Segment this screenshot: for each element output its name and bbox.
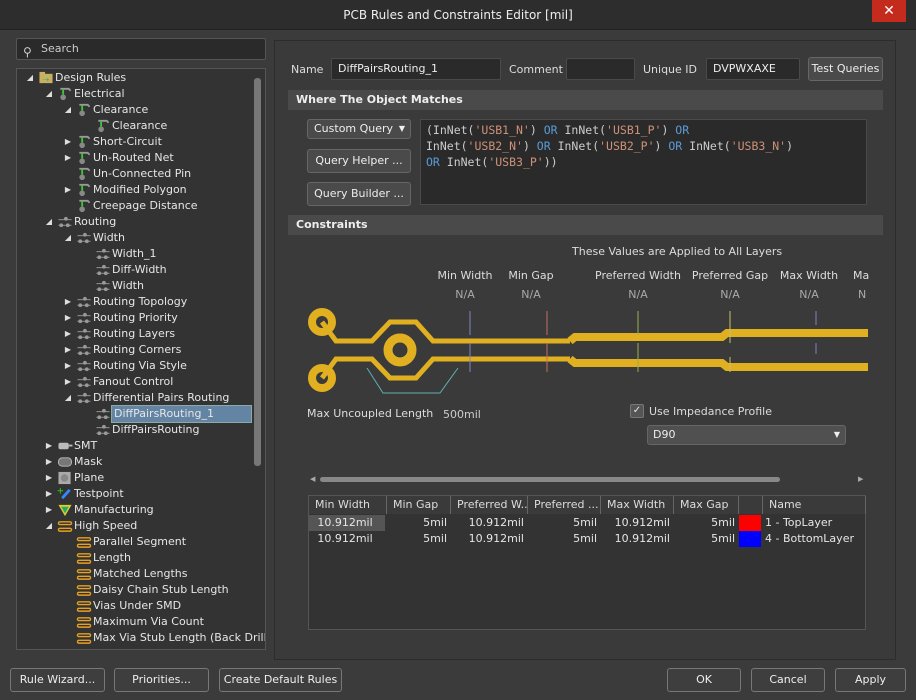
grid-cell[interactable]: 5mil [674,515,739,531]
grid-cell[interactable]: 10.912mil [451,531,528,547]
layer-name: 4 - BottomLayer [765,532,854,545]
scroll-left-icon[interactable]: ◀ [310,475,315,483]
upper-trace [567,329,868,345]
grid-column-header[interactable]: Min Width [309,496,387,514]
ok-button[interactable]: OK [667,668,741,692]
impedance-profile-value: D90 [653,428,676,441]
grid-cell[interactable]: 5mil [528,515,601,531]
create-default-rules-button[interactable]: Create Default Rules [219,668,342,692]
lower-trace [567,355,868,371]
layer-color-swatch [739,515,761,531]
upper-trace-uncoupled [319,319,570,344]
layer-constraints-grid: Min Width Min Gap Preferred W... Preferred … [308,495,866,630]
grid-column-header[interactable]: Max Gap [674,496,739,514]
chevron-down-icon: ▼ [833,430,840,439]
rule-wizard-button[interactable]: Rule Wizard... [10,668,105,692]
layer-name: 1 - TopLayer [765,516,833,529]
grid-cell[interactable]: 5mil [387,531,451,547]
grid-cell[interactable]: 10.912mil [309,531,385,547]
scroll-right-icon[interactable]: ▶ [858,475,863,483]
impedance-profile-dropdown[interactable]: D90 ▼ [647,425,846,445]
priorities-button[interactable]: Priorities... [114,668,209,692]
layer-color-swatch [739,531,761,547]
lower-trace-uncoupled [319,356,570,381]
grid-cell[interactable]: 10.912mil [601,515,674,531]
via-icon [383,333,417,367]
apply-button[interactable]: Apply [835,668,906,692]
use-impedance-label: Use Impedance Profile [649,405,772,418]
cancel-button[interactable]: Cancel [751,668,825,692]
grid-cell[interactable]: 5mil [387,515,451,531]
grid-column-header[interactable]: Preferred W... [451,496,528,514]
horizontal-scroll-thumb[interactable] [320,477,780,482]
grid-column-header[interactable]: Min Gap [387,496,451,514]
max-uncoupled-label: Max Uncoupled Length [307,407,434,420]
grid-cell[interactable]: 5mil [674,531,739,547]
grid-column-header[interactable]: Name [763,496,866,514]
grid-cell[interactable]: 10.912mil [451,515,528,531]
grid-cell[interactable]: 5mil [528,531,601,547]
grid-column-header[interactable] [739,496,763,514]
grid-cell[interactable]: 10.912mil [309,515,385,531]
max-uncoupled-value[interactable]: 500mil [443,408,481,421]
grid-cell[interactable]: 10.912mil [601,531,674,547]
grid-column-header[interactable]: Preferred ... [528,496,601,514]
use-impedance-checkbox[interactable]: ✓ [630,404,644,418]
grid-column-header[interactable]: Max Width [601,496,674,514]
